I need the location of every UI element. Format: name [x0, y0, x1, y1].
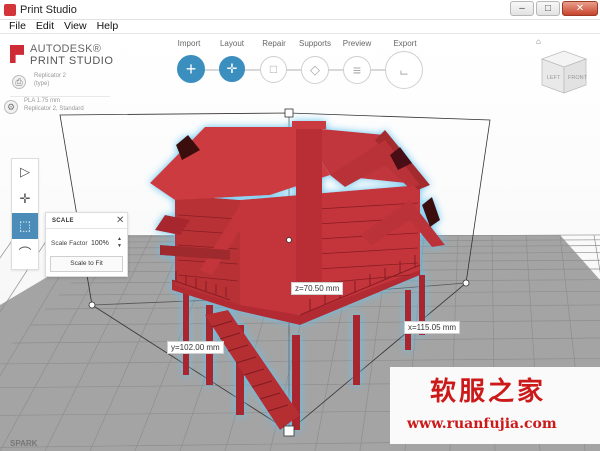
workflow-label-preview: Preview [342, 39, 372, 48]
workflow-export-button[interactable]: ⨽ [385, 51, 423, 89]
window-controls: – □ ✕ [510, 1, 598, 16]
material-selector[interactable]: ⚙ PLA 1.75 mm Replicator 2, Standard [4, 98, 124, 120]
chevron-down-icon[interactable]: ▼ [115, 243, 124, 250]
cube-front-label: FRONT [568, 75, 588, 81]
dimension-z-label: z=70.50 mm [291, 282, 344, 295]
divider [46, 228, 127, 229]
view-cube[interactable]: LEFT FRONT [540, 49, 588, 95]
layers-icon: ≡ [352, 62, 362, 78]
spark-logo: SPARK [10, 439, 38, 448]
scale-icon: ⬚ [18, 218, 32, 233]
scale-to-fit-button[interactable]: Scale to Fit [50, 256, 123, 272]
printer-selector[interactable]: ⎙ Replicator 2 (type) [10, 73, 110, 97]
menu-help[interactable]: Help [97, 20, 119, 33]
watermark-chinese: 软服之家 [430, 377, 547, 407]
dimension-y-label: y=102.00 mm [167, 341, 224, 354]
maximize-button[interactable]: □ [536, 1, 560, 16]
document-icon: □ [269, 62, 278, 76]
supports-icon: ◇ [310, 62, 320, 77]
move-icon: ✛ [19, 191, 31, 206]
material-name: PLA 1.75 mm [24, 98, 61, 104]
brand-product: PRINT STUDIO [30, 55, 114, 67]
scale-factor-stepper[interactable]: ▲ ▼ [115, 236, 124, 250]
app-icon [4, 4, 16, 16]
menu-file[interactable]: File [9, 20, 26, 33]
select-tool-button[interactable]: ▷ [12, 159, 38, 185]
workflow-supports-button[interactable]: ◇ [301, 56, 329, 84]
chimney [296, 123, 322, 293]
transform-toolbar: ▷ ✛ ⬚ ⌒ [11, 158, 39, 270]
scale-panel: SCALE ✕ Scale Factor ▲ ▼ Scale to Fit [45, 212, 128, 277]
scale-factor-input[interactable] [91, 237, 113, 249]
menu-edit[interactable]: Edit [36, 20, 54, 33]
handle-center [286, 237, 292, 243]
home-icon[interactable]: ⌂ [536, 37, 541, 46]
lay-flat-icon: ⌒ [18, 246, 32, 261]
workflow-import-button[interactable]: + [177, 55, 205, 83]
menu-bar: File Edit View Help [0, 20, 600, 34]
scale-tool-button[interactable]: ⬚ [12, 213, 38, 239]
gear-icon: ⚙ [4, 100, 18, 114]
chevron-up-icon[interactable]: ▲ [115, 236, 124, 243]
printer-icon: ⎙ [12, 75, 26, 89]
scale-panel-title: SCALE [52, 218, 74, 224]
title-bar: Print Studio – □ ✕ [0, 0, 600, 20]
export-icon: ⨽ [399, 62, 409, 78]
workflow-label-export: Export [393, 39, 417, 48]
watermark: 软服之家 www.ruanfujia.com [390, 367, 600, 444]
pointer-icon: ▷ [20, 164, 30, 179]
plus-icon: + [185, 59, 197, 79]
workflow-repair-button[interactable]: □ [260, 56, 287, 83]
material-profile: Replicator 2, Standard [24, 106, 84, 112]
watermark-url: www.ruanfujia.com [407, 416, 557, 432]
handle-top [284, 108, 294, 118]
printer-type: (type) [34, 81, 50, 87]
close-icon[interactable]: ✕ [116, 215, 124, 226]
window-title: Print Studio [20, 4, 77, 16]
move-icon: ✛ [226, 61, 238, 76]
workflow-layout-button[interactable]: ✛ [219, 56, 245, 82]
menu-view[interactable]: View [64, 20, 87, 33]
printer-name: Replicator 2 [34, 73, 67, 79]
minimize-button[interactable]: – [510, 1, 534, 16]
cube-left-label: LEFT [547, 75, 561, 81]
handle-bottom [283, 425, 295, 437]
lay-flat-tool-button[interactable]: ⌒ [12, 241, 38, 267]
brand-company: AUTODESK® [30, 43, 102, 55]
move-tool-button[interactable]: ✛ [12, 186, 38, 212]
handle-left [88, 301, 96, 309]
close-button[interactable]: ✕ [562, 1, 598, 16]
workflow-steps: Import + Layout ✛ Repair □ Supports ◇ Pr… [172, 39, 432, 99]
handle-right [462, 279, 470, 287]
scale-factor-label: Scale Factor [51, 240, 88, 247]
dimension-x-label: x=115.05 mm [404, 321, 461, 334]
workflow-preview-button[interactable]: ≡ [343, 56, 371, 84]
